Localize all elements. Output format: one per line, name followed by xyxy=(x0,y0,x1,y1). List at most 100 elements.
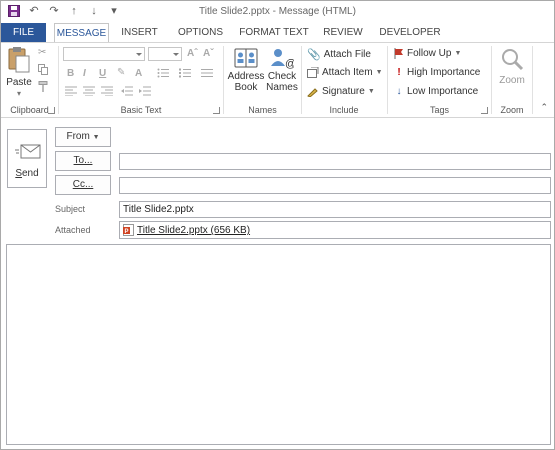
tab-options[interactable]: OPTIONS xyxy=(173,23,228,42)
font-color-icon[interactable]: A xyxy=(135,68,142,79)
tab-review[interactable]: REVIEW xyxy=(319,23,367,42)
to-field[interactable] xyxy=(119,153,551,170)
include-group-label: Include xyxy=(329,105,359,115)
zoom-label: Zoom xyxy=(499,75,525,86)
ribbon: Paste ▾ ✂ Clipboard Aˆ Aˇ B I U ✎ A Basi… xyxy=(1,42,554,118)
address-book-icon xyxy=(234,48,258,68)
bullets-icon[interactable] xyxy=(157,68,169,78)
font-name-combo[interactable] xyxy=(63,47,145,61)
send-icon xyxy=(15,144,41,159)
window-title: Title Slide2.pptx - Message (HTML) xyxy=(199,6,356,17)
signature-button[interactable]: Signature ▼ xyxy=(307,86,375,97)
tab-file[interactable]: FILE xyxy=(1,23,46,42)
cc-field[interactable] xyxy=(119,177,551,194)
clear-formatting-icon[interactable] xyxy=(201,68,213,78)
tab-message[interactable]: MESSAGE xyxy=(54,23,109,43)
exclamation-icon: ! xyxy=(397,67,401,78)
from-button[interactable]: From ▼ xyxy=(55,127,111,147)
message-body[interactable] xyxy=(6,244,551,445)
attach-item-icon xyxy=(307,67,319,78)
attach-file-button[interactable]: 📎 Attach File xyxy=(307,48,371,61)
tab-format-text[interactable]: FORMAT TEXT xyxy=(237,23,311,42)
send-button[interactable]: Send xyxy=(7,129,47,188)
align-right-icon[interactable] xyxy=(101,86,113,96)
attach-item-label: Attach Item xyxy=(322,67,373,78)
high-importance-label: High Importance xyxy=(407,67,481,78)
separator xyxy=(532,46,533,114)
tags-group-label: Tags xyxy=(429,105,449,115)
magnifier-icon xyxy=(502,49,524,71)
check-names-label-2: Names xyxy=(266,82,298,93)
grow-font-icon[interactable]: Aˆ xyxy=(187,48,198,59)
collapse-ribbon-icon[interactable]: ⌃ xyxy=(540,102,548,113)
paste-icon xyxy=(8,47,30,73)
address-book-button[interactable]: Address Book xyxy=(227,47,265,93)
italic-button[interactable]: I xyxy=(83,68,86,79)
underline-button[interactable]: U xyxy=(99,68,106,79)
chevron-down-icon: ▼ xyxy=(367,88,375,95)
from-label: From xyxy=(66,131,90,142)
names-group-label: Names xyxy=(248,105,277,115)
signature-icon xyxy=(307,88,318,97)
decrease-indent-icon[interactable] xyxy=(121,86,133,96)
increase-indent-icon[interactable] xyxy=(139,86,151,96)
svg-text:@: @ xyxy=(285,58,294,69)
clipboard-launcher-icon[interactable] xyxy=(48,107,55,114)
group-include: 📎 Attach File Attach Item ▼ Signature ▼ … xyxy=(302,43,386,117)
ribbon-tabs: FILE MESSAGE INSERT OPTIONS FORMAT TEXT … xyxy=(1,23,554,43)
attach-item-button[interactable]: Attach Item ▼ xyxy=(307,67,383,78)
basic-text-group-label: Basic Text xyxy=(120,105,162,115)
address-book-label-2: Book xyxy=(234,82,258,93)
font-size-combo[interactable] xyxy=(148,47,182,61)
cc-button[interactable]: Cc... xyxy=(55,175,111,195)
tags-launcher-icon[interactable] xyxy=(481,107,488,114)
chevron-down-icon: ▼ xyxy=(454,50,462,57)
chevron-down-icon: ▼ xyxy=(92,134,100,141)
attached-field[interactable]: P Title Slide2.pptx (656 KB) xyxy=(119,221,551,239)
zoom-group-label: Zoom xyxy=(500,105,524,115)
paste-button[interactable]: Paste ▾ xyxy=(4,45,34,99)
address-book-label-1: Address xyxy=(227,71,265,82)
group-basic-text: Aˆ Aˇ B I U ✎ A Basic Text xyxy=(59,43,223,117)
chevron-down-icon: ▼ xyxy=(375,69,383,76)
follow-up-label: Follow Up xyxy=(407,48,452,59)
highlight-icon[interactable]: ✎ xyxy=(117,67,125,78)
cut-icon[interactable]: ✂ xyxy=(38,47,46,58)
powerpoint-file-icon: P xyxy=(123,224,134,236)
cc-label: Cc... xyxy=(72,179,94,190)
basic-text-launcher-icon[interactable] xyxy=(213,107,220,114)
svg-text:P: P xyxy=(125,229,129,235)
to-button[interactable]: To... xyxy=(55,151,111,171)
attachment-link[interactable]: Title Slide2.pptx (656 KB) xyxy=(137,223,250,238)
check-names-label-1: Check xyxy=(267,71,297,82)
copy-icon[interactable] xyxy=(38,64,48,75)
title-bar: ↶ ↷ ↑ ↓ ▾ Title Slide2.pptx - Message (H… xyxy=(1,1,554,23)
to-label: To... xyxy=(73,155,93,166)
high-importance-button[interactable]: ! High Importance xyxy=(394,67,480,78)
paperclip-icon: 📎 xyxy=(307,49,321,61)
check-names-button[interactable]: @ Check Names xyxy=(264,47,300,93)
low-importance-label: Low Importance xyxy=(407,86,479,97)
align-center-icon[interactable] xyxy=(83,86,95,96)
flag-icon xyxy=(394,48,403,59)
group-tags: Follow Up ▼ ! High Importance ↓ Low Impo… xyxy=(388,43,491,117)
subject-field[interactable]: Title Slide2.pptx xyxy=(119,201,551,218)
zoom-button[interactable]: Zoom xyxy=(495,47,529,86)
attached-label: Attached xyxy=(55,225,91,235)
low-importance-button[interactable]: ↓ Low Importance xyxy=(394,86,479,97)
tab-insert[interactable]: INSERT xyxy=(117,23,162,42)
align-left-icon[interactable] xyxy=(65,86,77,96)
bold-button[interactable]: B xyxy=(67,68,74,79)
check-names-icon: @ xyxy=(271,49,294,69)
numbering-icon[interactable] xyxy=(179,68,191,78)
signature-label: Signature xyxy=(322,86,365,97)
down-arrow-icon: ↓ xyxy=(396,86,402,97)
send-label: Send xyxy=(15,168,39,179)
follow-up-button[interactable]: Follow Up ▼ xyxy=(394,48,461,59)
paste-label: Paste xyxy=(6,77,32,88)
group-zoom: Zoom Zoom xyxy=(492,43,532,117)
shrink-font-icon[interactable]: Aˇ xyxy=(203,48,214,59)
format-painter-icon[interactable] xyxy=(38,81,48,92)
tab-developer[interactable]: DEVELOPER xyxy=(378,23,442,42)
subject-label: Subject xyxy=(55,204,86,214)
